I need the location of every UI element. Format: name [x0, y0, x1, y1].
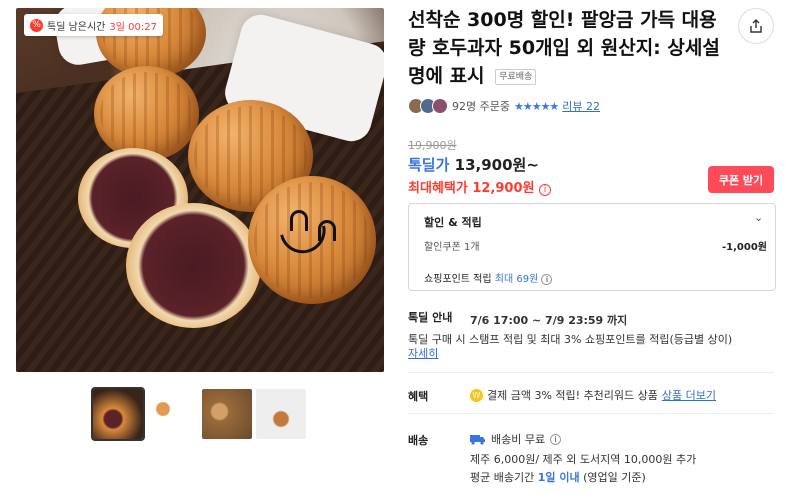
max-benefit-label: 최대혜택가 — [408, 181, 468, 196]
chevron-down-icon[interactable]: ⌄ — [754, 211, 763, 224]
avg-delivery-days: 1일 이내 — [537, 471, 580, 484]
thumbnail-3[interactable] — [202, 389, 252, 439]
avg-delivery-label: 평균 배송기간 — [470, 471, 535, 484]
max-benefit-price: 12,900원 — [472, 181, 535, 196]
avatar — [432, 98, 448, 114]
countdown-label: 특딜 남은시간 — [47, 21, 106, 33]
original-price: 19,900원 — [408, 139, 457, 152]
info-icon[interactable]: i — [550, 433, 562, 445]
shipping-label: 배송 — [408, 434, 429, 447]
face-eye — [290, 210, 308, 231]
info-icon[interactable]: i — [539, 184, 552, 196]
more-products-link[interactable]: 상품 더보기 — [662, 387, 716, 403]
product-meta: 92명 주문중 ★★★★★ 리뷰 22 — [408, 98, 600, 114]
benefit-label: 혜택 — [408, 390, 429, 403]
avg-delivery-note: (영업일 기준) — [583, 471, 646, 484]
jeju-shipping-info: 제주 6,000원/ 제주 외 도서지역 10,000원 추가 — [470, 453, 697, 466]
thumbnail-1[interactable] — [91, 387, 145, 441]
point-label: 쇼핑포인트 적립 — [424, 274, 492, 285]
point-value: 최대 69원 — [494, 274, 539, 285]
share-icon — [750, 19, 762, 33]
coin-icon: W — [470, 388, 483, 402]
coupon-count: 할인쿠폰 1개 — [424, 242, 480, 253]
walnut-cake — [94, 66, 199, 161]
shipping-fee-row: 배송비 무료 i — [470, 431, 562, 447]
deal-description: 톡딜 구매 시 스탬프 적립 및 최대 3% 쇼핑포인트를 적립(등급별 상이) — [408, 333, 733, 346]
star-rating-icon: ★★★★★ — [513, 99, 559, 113]
review-link[interactable]: 리뷰 22 — [562, 98, 600, 114]
order-count: 92명 주문중 — [452, 100, 510, 113]
countdown-time: 3일 00:27 — [109, 21, 157, 33]
coupon-discount-value: -1,000원 — [722, 242, 767, 253]
thumbnail-2[interactable] — [148, 389, 198, 439]
benefit-row: W 결제 금액 3% 적립! 추천리워드 상품 상품 더보기 — [470, 387, 716, 403]
avg-delivery-row: 평균 배송기간 1일 이내 (영업일 기준) — [470, 469, 646, 485]
point-row: 쇼핑포인트 적립 최대 69원 i — [424, 270, 553, 285]
free-shipping-tag: 무료배송 — [495, 68, 537, 85]
benefit-text: 결제 금액 3% 적립! 추천리워드 상품 — [487, 389, 658, 402]
divider — [408, 372, 774, 373]
deal-price-row: 톡딜가 13,900원~ — [408, 154, 539, 175]
max-benefit-row: 최대혜택가 12,900원 i — [408, 177, 552, 196]
info-icon[interactable]: i — [541, 274, 553, 285]
discount-box-title: 할인 & 적립 — [424, 216, 482, 229]
percent-icon: % — [30, 18, 43, 32]
thumbnail-4[interactable] — [256, 389, 306, 439]
deal-info-label: 톡딜 안내 — [408, 311, 453, 324]
deal-price-label: 톡딜가 — [408, 156, 450, 174]
deal-countdown-badge: % 특딜 남은시간 3일 00:27 — [24, 14, 163, 36]
divider — [408, 413, 774, 414]
deal-period: 7/6 17:00 ~ 7/9 23:59 까지 — [470, 314, 628, 327]
deal-price: 13,900원~ — [454, 156, 539, 174]
truck-icon — [470, 434, 485, 445]
product-title: 선착순 300명 할인! 팥앙금 가득 대용량 호두과자 50개입 외 원산지:… — [408, 6, 728, 90]
shipping-fee: 배송비 무료 — [491, 433, 546, 446]
coupon-button[interactable]: 쿠폰 받기 — [708, 166, 774, 193]
walnut-cake-half — [126, 203, 261, 328]
share-button[interactable] — [738, 8, 774, 44]
product-title-text: 선착순 300명 할인! 팥앙금 가득 대용량 호두과자 50개입 외 원산지:… — [408, 9, 720, 87]
buyer-avatars — [408, 98, 448, 114]
product-main-image[interactable] — [16, 8, 384, 372]
deal-detail-link[interactable]: 자세히 — [408, 345, 438, 361]
